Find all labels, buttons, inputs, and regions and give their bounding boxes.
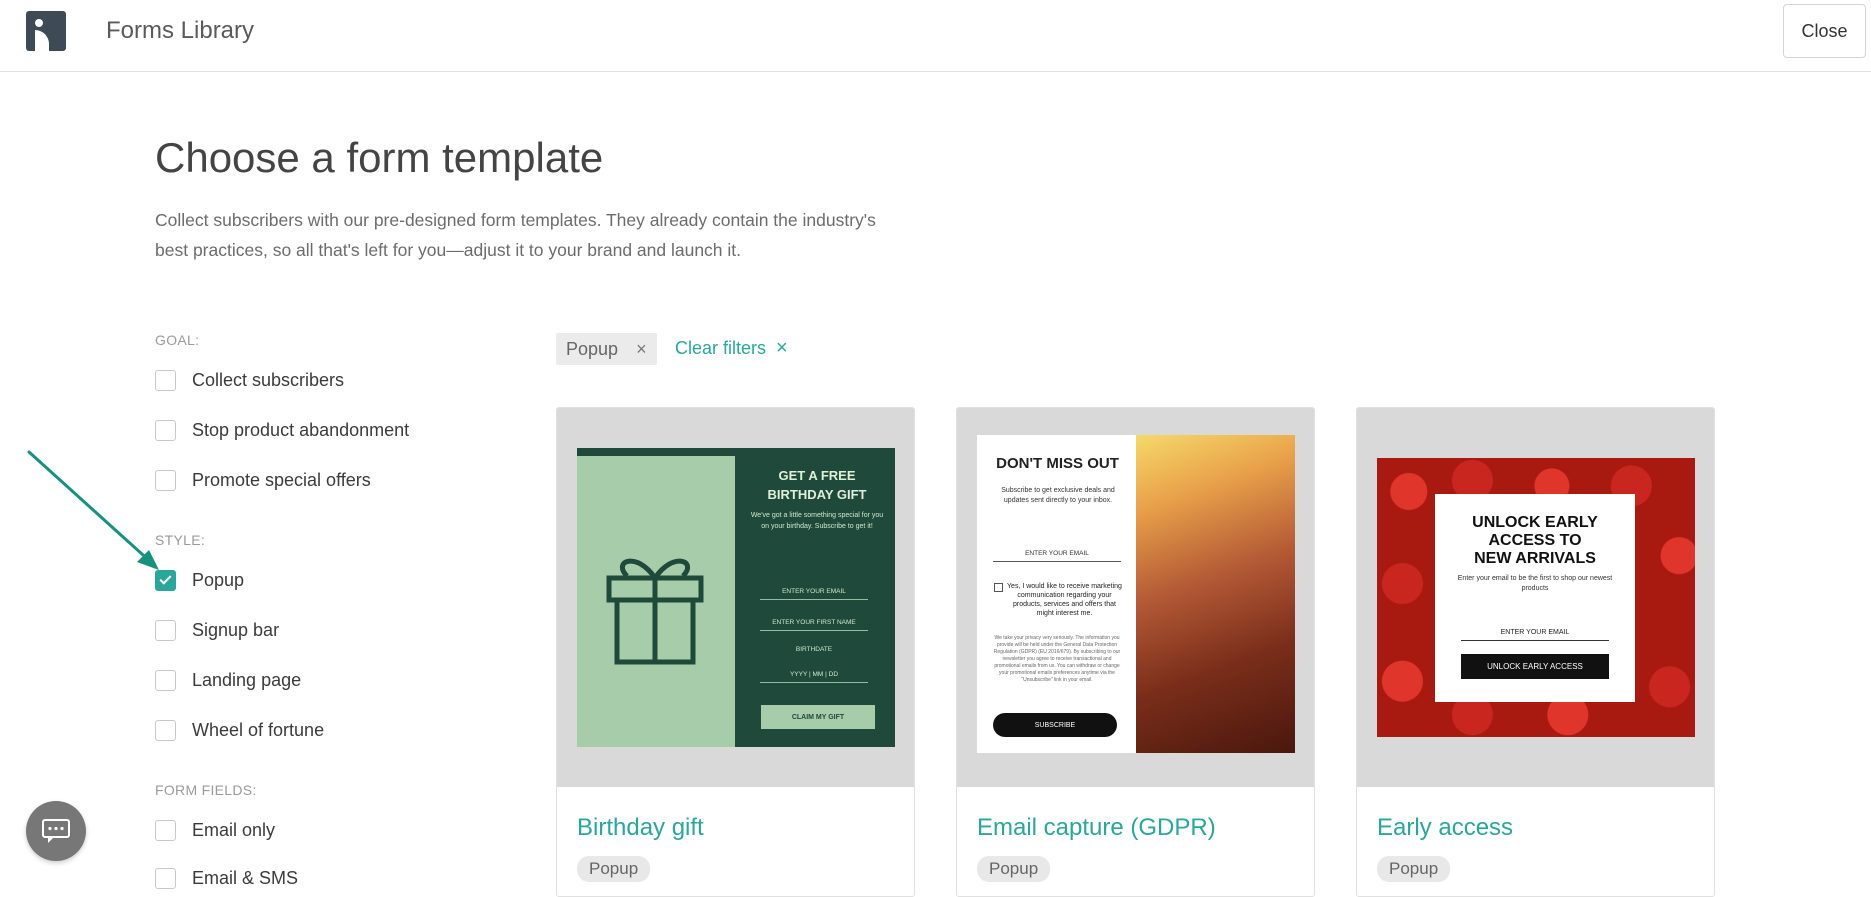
chat-bubble-icon[interactable] (26, 801, 86, 861)
filter-label: Email only (192, 819, 276, 840)
birthday-popup-preview: GET A FREE BIRTHDAY GIFT We've got a lit… (577, 448, 895, 747)
app-title: Forms Library (106, 17, 255, 44)
chat-icon (42, 819, 70, 843)
preview-button: SUBSCRIBE (993, 713, 1117, 737)
clear-icon: × (776, 337, 788, 359)
clear-filters-link[interactable]: Clear filters × (675, 337, 788, 360)
close-button[interactable]: Close (1783, 4, 1866, 58)
template-card-birthday-gift[interactable]: GET A FREE BIRTHDAY GIFT We've got a lit… (556, 407, 915, 897)
preview-fine-print: We take your privacy very seriously. The… (993, 635, 1121, 683)
preview-date-field: YYYY | MM | DD (760, 671, 868, 683)
preview-heading: DON'T MISS OUT (996, 455, 1119, 472)
preview-email-field: ENTER YOUR EMAIL (760, 588, 868, 600)
filter-popup[interactable]: Popup (155, 568, 244, 592)
card-tag: Popup (1377, 856, 1451, 882)
template-preview[interactable]: GET A FREE BIRTHDAY GIFT We've got a lit… (557, 408, 914, 787)
active-filter-chip: Popup × (556, 333, 657, 365)
checkbox[interactable] (155, 669, 176, 691)
checkbox[interactable] (155, 819, 176, 841)
card-tag: Popup (577, 856, 651, 882)
top-bar: Forms Library Close (0, 0, 1871, 72)
filter-collect-subscribers[interactable]: Collect subscribers (155, 368, 344, 392)
template-card-email-capture-gdpr[interactable]: DON'T MISS OUT Subscribe to get exclusiv… (956, 407, 1315, 897)
filter-signup-bar[interactable]: Signup bar (155, 618, 279, 642)
preview-consent-text: Yes, I would like to receive marketing c… (1007, 583, 1122, 617)
preview-heading: UNLOCK EARLY ACCESS TO NEW ARRIVALS (1472, 514, 1598, 567)
chip-label: Popup (566, 338, 619, 359)
checkbox[interactable] (155, 867, 176, 889)
filter-landing-page[interactable]: Landing page (155, 668, 301, 692)
filter-wheel-of-fortune[interactable]: Wheel of fortune (155, 718, 324, 742)
filter-stop-product-abandonment[interactable]: Stop product abandonment (155, 418, 409, 442)
preview-checkbox (994, 583, 1003, 592)
page-description: Collect subscribers with our pre-designe… (155, 210, 876, 260)
brand-logo-icon[interactable] (26, 11, 66, 51)
filter-label: Email & SMS (192, 867, 299, 888)
filter-label: Promote special offers (192, 469, 371, 490)
card-title[interactable]: Birthday gift (577, 814, 704, 842)
remove-filter-icon[interactable]: × (636, 339, 647, 360)
early-access-popup-preview: UNLOCK EARLY ACCESS TO NEW ARRIVALS Ente… (1377, 458, 1695, 737)
filter-label: Signup bar (192, 619, 280, 640)
template-preview[interactable]: UNLOCK EARLY ACCESS TO NEW ARRIVALS Ente… (1357, 408, 1714, 787)
preview-email-field: ENTER YOUR EMAIL (993, 550, 1121, 562)
checkbox[interactable] (155, 369, 176, 391)
preview-button: CLAIM MY GIFT (761, 705, 875, 729)
card-tag: Popup (977, 856, 1051, 882)
card-title[interactable]: Early access (1377, 814, 1513, 842)
checkbox[interactable] (155, 419, 176, 441)
template-card-early-access[interactable]: UNLOCK EARLY ACCESS TO NEW ARRIVALS Ente… (1356, 407, 1715, 897)
card-title[interactable]: Email capture (GDPR) (977, 814, 1216, 842)
form-fields-filter-title: FORM FIELDS: (155, 782, 257, 798)
page-title: Choose a form template (155, 134, 604, 181)
goal-filter-title: GOAL: (155, 332, 200, 348)
filter-label: Collect subscribers (192, 369, 345, 390)
preview-heading: GET A FREE BIRTHDAY GIFT (767, 468, 867, 502)
filter-email-only[interactable]: Email only (155, 818, 275, 842)
preview-subtext: We've got a little something special for… (750, 512, 884, 530)
preview-email-field: ENTER YOUR EMAIL (1461, 629, 1609, 641)
gift-icon (606, 558, 704, 665)
annotation-arrow-icon (27, 450, 159, 570)
filter-promote-special-offers[interactable]: Promote special offers (155, 468, 371, 492)
preview-subtext: Enter your email to be the first to shop… (1457, 575, 1613, 592)
filter-email-sms[interactable]: Email & SMS (155, 866, 298, 890)
clear-filters-label: Clear filters (675, 338, 767, 358)
checkbox[interactable] (155, 719, 176, 741)
gdpr-popup-preview: DON'T MISS OUT Subscribe to get exclusiv… (977, 435, 1295, 753)
preview-button: UNLOCK EARLY ACCESS (1461, 654, 1609, 679)
preview-box: UNLOCK EARLY ACCESS TO NEW ARRIVALS Ente… (1435, 494, 1635, 702)
preview-image (1136, 435, 1295, 753)
preview-birthdate-label: BIRTHDATE (795, 646, 833, 653)
filter-label: Popup (192, 569, 245, 590)
preview-name-field: ENTER YOUR FIRST NAME (760, 619, 868, 631)
filter-label: Stop product abandonment (192, 419, 410, 440)
template-preview[interactable]: DON'T MISS OUT Subscribe to get exclusiv… (957, 408, 1314, 787)
checkbox[interactable] (155, 619, 176, 641)
preview-subtext: Subscribe to get exclusive deals and upd… (1001, 487, 1115, 504)
preview-side-panel (577, 456, 735, 747)
filter-label: Landing page (192, 669, 302, 690)
filter-label: Wheel of fortune (192, 719, 325, 740)
